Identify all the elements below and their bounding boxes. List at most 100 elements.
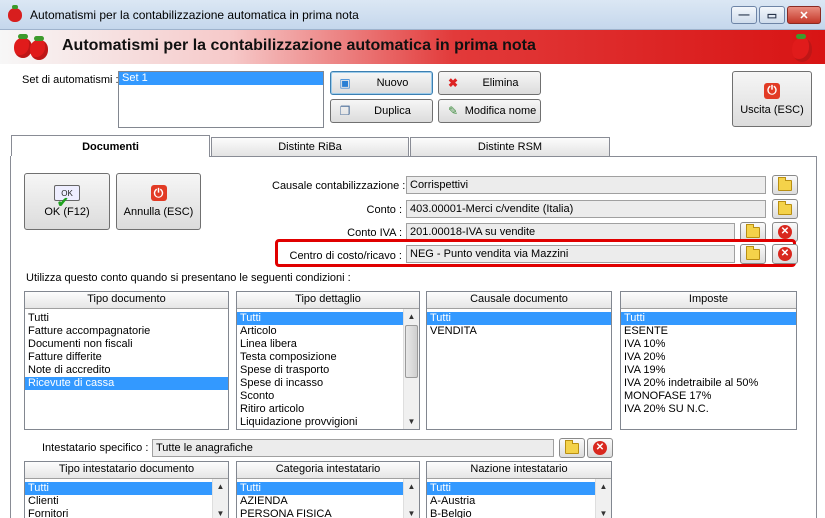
tipo-documento-list[interactable]: Tipo documento Tutti Fatture accompagnato… xyxy=(24,291,229,430)
list-item[interactable]: IVA 20% SU N.C. xyxy=(621,403,796,416)
tipo-dettaglio-list[interactable]: Tipo dettaglio Tutti Articolo Linea libera… xyxy=(236,291,420,430)
list-item[interactable]: Tutti xyxy=(237,482,403,495)
list-item[interactable]: Tutti xyxy=(237,312,403,325)
folder-icon xyxy=(778,200,792,215)
list-item[interactable]: VENDITA xyxy=(427,325,611,338)
duplica-label: Duplica xyxy=(374,105,411,117)
list-item[interactable]: Tutti xyxy=(25,482,212,495)
elimina-button[interactable]: ✖ Elimina xyxy=(438,71,541,95)
intestatario-field[interactable]: Tutte le anagrafiche xyxy=(152,439,554,457)
duplica-button[interactable]: ❐ Duplica xyxy=(330,99,433,123)
categoria-intestatario-list[interactable]: Categoria intestatario Tutti AZIENDA PERSO… xyxy=(236,461,420,518)
imposte-list[interactable]: Imposte Tutti ESENTE IVA 10% IVA 20% IVA 19%… xyxy=(620,291,797,430)
set-listbox[interactable]: Set 1 xyxy=(118,71,324,128)
tipo-dettaglio-header: Tipo dettaglio xyxy=(237,292,419,309)
scroll-down-icon[interactable]: ▼ xyxy=(596,506,611,518)
list-item[interactable]: Testa composizione xyxy=(237,351,403,364)
list-item[interactable]: Tutti xyxy=(25,312,228,325)
list-item[interactable]: Ricevute di cassa xyxy=(25,377,228,390)
list-item[interactable]: MONOFASE 17% xyxy=(621,390,796,403)
causale-documento-list[interactable]: Causale documento Tutti VENDITA xyxy=(426,291,612,430)
tab-documenti[interactable]: Documenti xyxy=(11,135,210,157)
uscita-label: Uscita (ESC) xyxy=(740,103,804,116)
list-item[interactable]: Sconto xyxy=(237,390,403,403)
list-item[interactable]: Fatture differite xyxy=(25,351,228,364)
list-item[interactable]: B-Belgio xyxy=(427,508,595,518)
intestatario-browse-button[interactable] xyxy=(559,438,585,458)
scroll-thumb[interactable] xyxy=(405,325,418,378)
list-item[interactable]: Spese di trasporto xyxy=(237,364,403,377)
intestatario-label: Intestatario specifico : xyxy=(42,442,149,454)
causale-field[interactable]: Corrispettivi xyxy=(406,176,766,194)
list-item[interactable]: Ritiro articolo xyxy=(237,403,403,416)
scroll-down-icon[interactable]: ▼ xyxy=(213,506,228,518)
maximize-button[interactable]: ▭ xyxy=(759,6,785,24)
close-window-button[interactable]: ✕ xyxy=(787,6,821,24)
centro-field[interactable]: NEG - Punto vendita via Mazzini xyxy=(406,245,735,263)
list-item[interactable]: Spese di incasso xyxy=(237,377,403,390)
list-item[interactable]: ESENTE xyxy=(621,325,796,338)
centro-label: Centro di costo/ricavo : xyxy=(289,250,403,262)
strawberry-icon xyxy=(8,5,22,22)
conto-field[interactable]: 403.00001-Merci c/vendite (Italia) xyxy=(406,200,766,218)
ok-button[interactable]: OK ✔ OK (F12) xyxy=(24,173,110,230)
imposte-header: Imposte xyxy=(621,292,796,309)
list-item[interactable]: Liquidazione provvigioni xyxy=(237,416,403,429)
list-item[interactable]: Fornitori xyxy=(25,508,212,518)
folder-icon xyxy=(746,245,760,260)
power-icon: ⏻ xyxy=(150,185,167,201)
uscita-button[interactable]: ⏻ Uscita (ESC) xyxy=(732,71,812,127)
minimize-button[interactable]: — xyxy=(731,6,757,24)
causale-browse-button[interactable] xyxy=(772,175,798,195)
vertical-scrollbar[interactable]: ▲ ▼ xyxy=(595,479,611,518)
annulla-label: Annulla (ESC) xyxy=(123,206,194,218)
folder-icon xyxy=(746,223,760,238)
list-item[interactable]: Note di accredito xyxy=(25,364,228,377)
scroll-down-icon[interactable]: ▼ xyxy=(404,506,419,518)
centro-clear-button[interactable]: ✕ xyxy=(772,244,798,264)
scroll-down-icon[interactable]: ▼ xyxy=(404,414,419,429)
list-item[interactable]: Linea libera xyxy=(237,338,403,351)
folder-icon xyxy=(565,439,579,454)
window-title: Automatismi per la contabilizzazione aut… xyxy=(30,8,359,22)
list-item[interactable]: Clienti xyxy=(25,495,212,508)
list-item[interactable]: Tutti xyxy=(427,482,595,495)
scroll-up-icon[interactable]: ▲ xyxy=(596,479,611,494)
red-x-icon: ✖ xyxy=(447,76,459,90)
causale-label: Causale contabilizzazione : xyxy=(272,180,406,192)
vertical-scrollbar[interactable]: ▲ ▼ xyxy=(212,479,228,518)
tab-distinte-riba[interactable]: Distinte RiBa xyxy=(211,137,409,156)
list-item[interactable]: Documenti non fiscali xyxy=(25,338,228,351)
set-list-item[interactable]: Set 1 xyxy=(119,72,323,85)
list-item[interactable]: IVA 20% xyxy=(621,351,796,364)
list-item[interactable]: Tutti xyxy=(621,312,796,325)
intestatario-clear-button[interactable]: ✕ xyxy=(587,438,613,458)
vertical-scrollbar[interactable]: ▲ ▼ xyxy=(403,309,419,429)
tab-distinte-rsm[interactable]: Distinte RSM xyxy=(410,137,610,156)
list-item[interactable]: Articolo xyxy=(237,325,403,338)
list-item[interactable]: Fatture accompagnatorie xyxy=(25,325,228,338)
list-item[interactable]: Tutti xyxy=(427,312,611,325)
tipo-intestatario-list[interactable]: Tipo intestatario documento Tutti Clienti… xyxy=(24,461,229,518)
window-titlebar: Automatismi per la contabilizzazione aut… xyxy=(0,0,825,30)
scroll-up-icon[interactable]: ▲ xyxy=(404,309,419,324)
nazione-intestatario-list[interactable]: Nazione intestatario Tutti A-Austria B-Bel… xyxy=(426,461,612,518)
scroll-up-icon[interactable]: ▲ xyxy=(404,479,419,494)
clear-x-icon: ✕ xyxy=(593,441,607,455)
list-item[interactable]: A-Austria xyxy=(427,495,595,508)
modifica-nome-button[interactable]: ✎ Modifica nome xyxy=(438,99,541,123)
list-item[interactable]: IVA 10% xyxy=(621,338,796,351)
modifica-label: Modifica nome xyxy=(464,105,537,117)
nuovo-label: Nuovo xyxy=(376,77,409,89)
vertical-scrollbar[interactable]: ▲ ▼ xyxy=(403,479,419,518)
scroll-up-icon[interactable]: ▲ xyxy=(213,479,228,494)
nuovo-button[interactable]: ▣ Nuovo xyxy=(330,71,433,95)
annulla-button[interactable]: ⏻ Annulla (ESC) xyxy=(116,173,201,230)
tipo-documento-header: Tipo documento xyxy=(25,292,228,309)
list-item[interactable]: PERSONA FISICA xyxy=(237,508,403,518)
list-item[interactable]: AZIENDA xyxy=(237,495,403,508)
list-item[interactable]: IVA 20% indetraibile al 50% xyxy=(621,377,796,390)
list-item[interactable]: IVA 19% xyxy=(621,364,796,377)
conto-browse-button[interactable] xyxy=(772,199,798,219)
centro-browse-button[interactable] xyxy=(740,244,766,264)
